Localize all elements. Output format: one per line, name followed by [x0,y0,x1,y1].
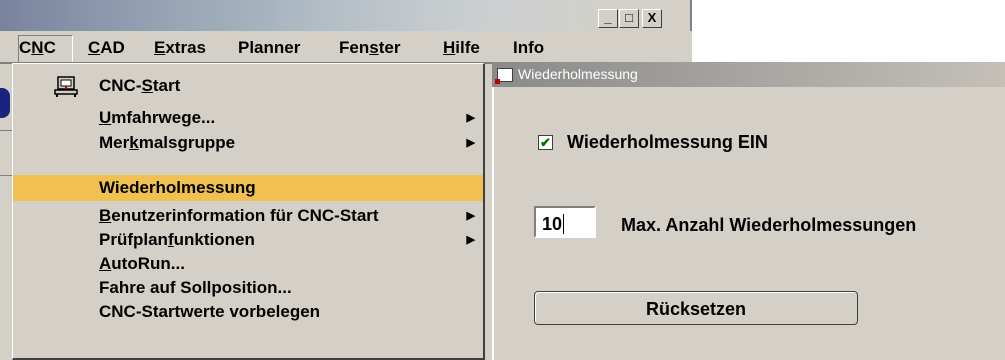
reset-button[interactable]: Rücksetzen [534,291,858,325]
wiederholmessung-checkbox[interactable]: ✔ [538,135,553,150]
submenu-arrow-icon: ▶ [466,234,475,246]
menu-item-wiederholmessung[interactable]: Wiederholmessung [13,175,483,201]
menu-hilfe[interactable]: Hilfe [443,37,480,59]
cnc-dropdown-menu: CNC-Start Umfahrwege... ▶ Merkmalsgruppe… [12,63,485,360]
dialog-window-icon [495,68,513,84]
maximize-button[interactable]: □ [619,9,639,28]
menu-planner[interactable]: Planner [238,37,300,59]
menu-extras[interactable]: Extras [154,37,206,59]
menu-item-merkmalsgruppe[interactable]: Merkmalsgruppe ▶ [13,131,483,155]
menu-item-cnc-startwerte[interactable]: CNC-Startwerte vorbelegen [13,300,483,324]
menu-info[interactable]: Info [513,37,544,59]
menu-item-benutzerinformation[interactable]: Benutzerinformation für CNC-Start ▶ [13,204,483,228]
menu-item-fahre-auf-sollposition[interactable]: Fahre auf Sollposition... [13,276,483,300]
menu-cad[interactable]: CAD [88,37,125,59]
toolbar-icon [0,88,10,118]
text-cursor [563,214,565,234]
menu-bar: CNC CAD Extras Planner Fenster Hilfe Inf… [0,31,692,62]
max-count-input[interactable]: 10 [534,206,596,238]
divider [0,130,12,131]
cnc-machine-icon [54,76,78,97]
title-bar [0,0,692,31]
divider [0,175,12,176]
menu-cnc-open-frame [18,35,73,63]
minimize-button[interactable]: _ [598,9,618,28]
close-button[interactable]: X [642,9,662,28]
count-value: 10 [542,214,563,234]
submenu-arrow-icon: ▶ [466,210,475,222]
dialog-title-bar: Wiederholmessung [492,62,1005,87]
menu-item-umfahrwege[interactable]: Umfahrwege... ▶ [13,106,483,130]
max-count-label: Max. Anzahl Wiederholmessungen [621,215,917,235]
submenu-arrow-icon: ▶ [466,137,475,149]
menu-item-cnc-start[interactable]: CNC-Start [13,74,483,98]
menu-fenster[interactable]: Fenster [339,37,400,59]
submenu-arrow-icon: ▶ [466,112,475,124]
menu-item-autorun[interactable]: AutoRun... [13,252,483,276]
checkbox-label[interactable]: Wiederholmessung EIN [567,129,768,155]
menu-item-pruefplanfunktionen[interactable]: Prüfplanfunktionen ▶ [13,228,483,252]
dialog-title: Wiederholmessung [518,66,638,82]
